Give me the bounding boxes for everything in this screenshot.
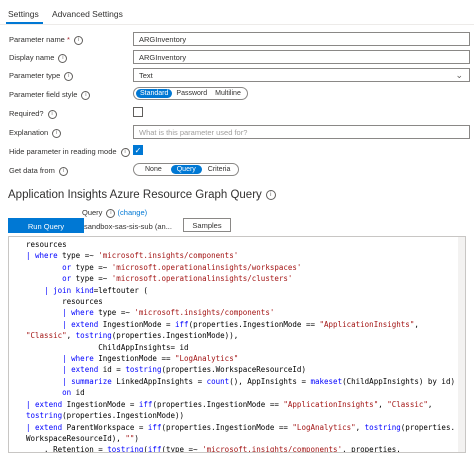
query-editor[interactable]: resources | where type =~ 'microsoft.insi…: [8, 236, 466, 453]
code-line[interactable]: or type =~ 'microsoft.operationalinsight…: [26, 262, 455, 273]
display-name-input[interactable]: ARGInventory: [133, 50, 470, 64]
field-style-label: Parameter field style i: [9, 90, 91, 100]
code-line[interactable]: | where IngestionMode == "LogAnalytics": [26, 353, 455, 364]
tab-bar: Settings Advanced Settings: [0, 0, 474, 24]
code-line[interactable]: | extend id = tostring(properties.Worksp…: [26, 364, 455, 375]
row-parameter-name: Parameter name * i ARGInventory: [0, 31, 474, 49]
field-style-password[interactable]: Password: [172, 89, 211, 98]
explanation-label: Explanation i: [9, 128, 62, 138]
row-parameter-type: Parameter type i Text ⌄: [0, 67, 474, 85]
code-line[interactable]: tostring(properties.IngestionMode)): [26, 410, 455, 421]
info-icon[interactable]: i: [47, 109, 57, 119]
parameter-name-label: Parameter name * i: [9, 35, 83, 45]
explanation-input[interactable]: What is this parameter used for?: [133, 125, 470, 139]
hide-reading-mode-label: Hide parameter in reading mode i: [9, 147, 130, 157]
display-name-label: Display name i: [9, 53, 68, 63]
query-code[interactable]: resources | where type =~ 'microsoft.insi…: [26, 239, 455, 452]
parameter-type-label: Parameter type i: [9, 71, 74, 81]
code-line[interactable]: resources: [26, 239, 455, 250]
row-field-style: Parameter field style i Standard Password…: [0, 86, 474, 104]
chevron-down-icon: ⌄: [455, 70, 463, 80]
field-style-toggle: Standard Password Multiline: [133, 87, 248, 100]
row-required: Required? i: [0, 105, 474, 123]
tabs-divider: [0, 24, 474, 25]
info-icon[interactable]: i: [120, 147, 130, 157]
code-line[interactable]: resources: [26, 296, 455, 307]
required-checkbox[interactable]: [133, 107, 143, 117]
editor-scrollbar[interactable]: [458, 237, 465, 452]
code-line[interactable]: or type =~ 'microsoft.operationalinsight…: [26, 273, 455, 284]
change-link[interactable]: (change): [118, 208, 148, 217]
info-icon[interactable]: i: [52, 128, 62, 138]
query-source-label: sandbox-sas-sis-sub (an...: [84, 222, 172, 231]
query-label: Query i (change): [82, 208, 148, 218]
code-line[interactable]: | extend IngestionMode = iff(properties.…: [26, 399, 455, 410]
row-get-data-from: Get data from i None Query Criteria: [0, 162, 474, 180]
info-icon[interactable]: i: [106, 208, 116, 218]
code-line[interactable]: | extend ParentWorkspace = iff(propertie…: [26, 422, 455, 433]
samples-button[interactable]: Samples: [183, 218, 231, 232]
get-data-none[interactable]: None: [136, 165, 171, 174]
row-display-name: Display name i ARGInventory: [0, 49, 474, 67]
hide-reading-mode-checkbox[interactable]: ✓: [133, 145, 143, 155]
code-line[interactable]: WorkspaceResourceId), ""): [26, 433, 455, 444]
parameter-type-value: Text: [139, 71, 153, 80]
code-line[interactable]: | summarize LinkedAppInsights = count(),…: [26, 376, 455, 387]
info-icon[interactable]: i: [58, 53, 68, 63]
info-icon[interactable]: i: [81, 90, 91, 100]
info-icon[interactable]: i: [265, 189, 276, 200]
get-data-from-label: Get data from i: [9, 166, 68, 176]
parameter-type-dropdown[interactable]: Text ⌄: [133, 68, 470, 82]
code-line[interactable]: | join kind=leftouter (: [26, 285, 455, 296]
field-style-standard[interactable]: Standard: [136, 89, 173, 98]
get-data-criteria[interactable]: Criteria: [202, 165, 237, 174]
code-line[interactable]: on id: [26, 387, 455, 398]
info-icon[interactable]: i: [73, 35, 83, 45]
field-style-multiline[interactable]: Multiline: [211, 89, 245, 98]
tab-advanced-settings[interactable]: Advanced Settings: [52, 9, 123, 19]
info-icon[interactable]: i: [64, 71, 74, 81]
get-data-from-toggle: None Query Criteria: [133, 163, 240, 176]
query-section-title: Application Insights Azure Resource Grap…: [8, 189, 276, 201]
row-hide-reading-mode: Hide parameter in reading mode i ✓: [0, 143, 474, 161]
get-data-query[interactable]: Query: [170, 165, 202, 174]
required-mark: *: [66, 35, 70, 44]
code-line[interactable]: | extend IngestionMode = iff(properties.…: [26, 319, 455, 330]
code-line[interactable]: , Retention = tostring(iff(type =~ 'micr…: [26, 444, 455, 452]
info-icon[interactable]: i: [58, 166, 68, 176]
code-line[interactable]: "Classic", tostring(properties.Ingestion…: [26, 330, 455, 341]
parameter-name-input[interactable]: ARGInventory: [133, 32, 470, 46]
code-line[interactable]: ChildAppInsights= id: [26, 342, 455, 353]
row-explanation: Explanation i What is this parameter used…: [0, 124, 474, 142]
code-line[interactable]: | where type =~ 'microsoft.insights/comp…: [26, 307, 455, 318]
required-label: Required? i: [9, 109, 57, 119]
tab-settings[interactable]: Settings: [8, 9, 39, 19]
code-line[interactable]: | where type =~ 'microsoft.insights/comp…: [26, 250, 455, 261]
run-query-button[interactable]: Run Query: [8, 218, 84, 233]
